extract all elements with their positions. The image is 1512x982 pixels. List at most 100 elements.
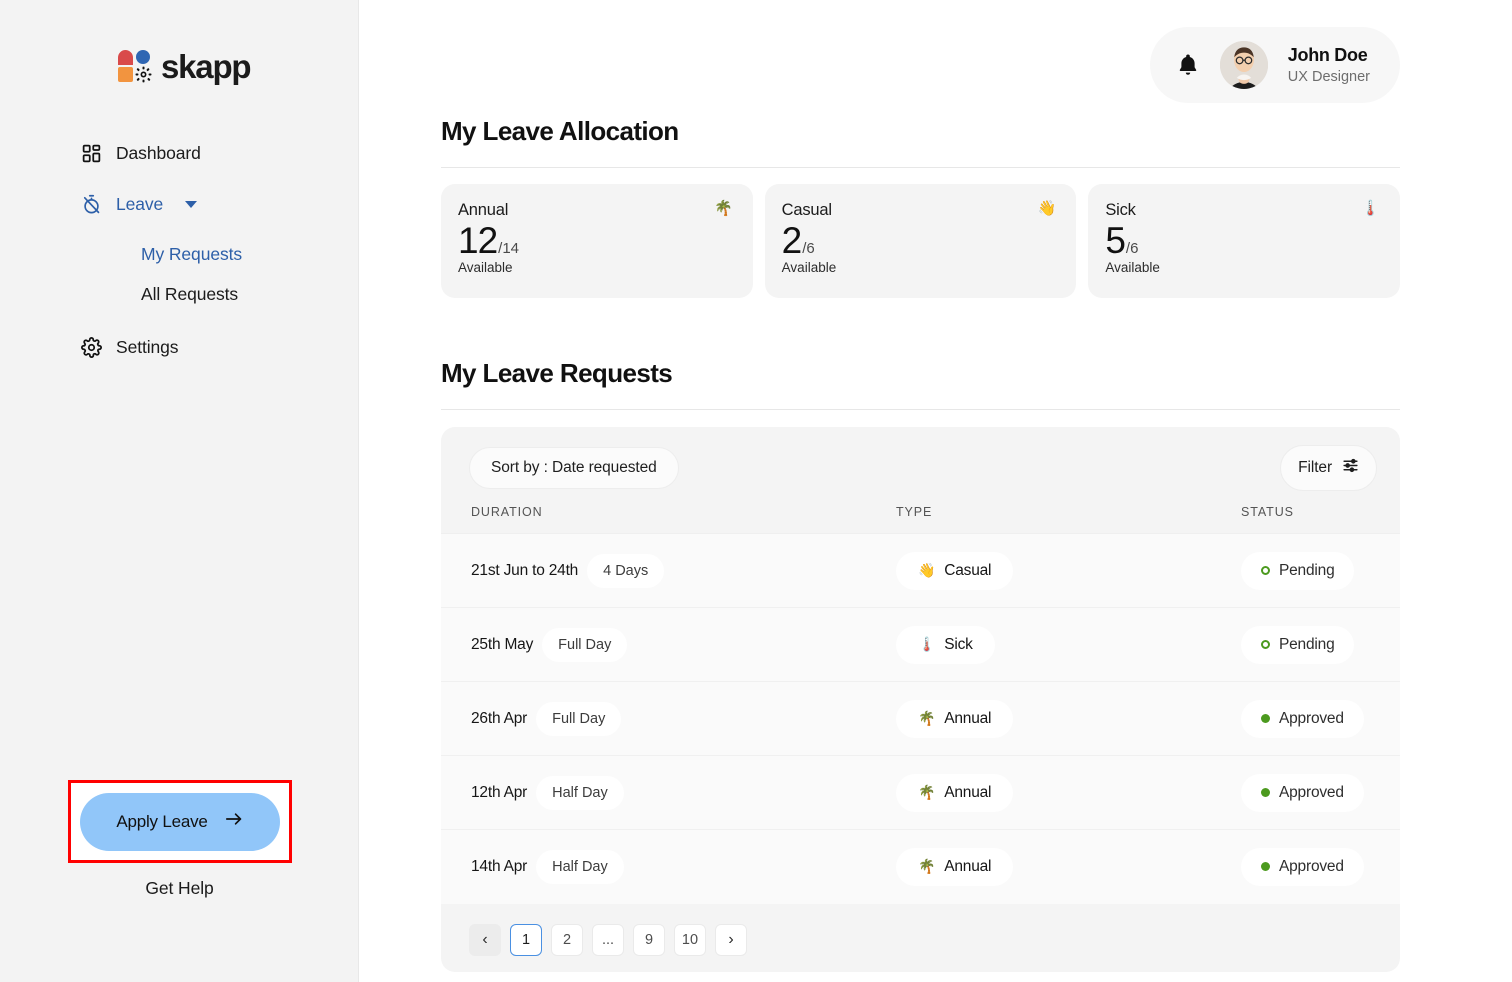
- sort-by-button[interactable]: Sort by : Date requested: [469, 447, 679, 489]
- sidebar-nav: Dashboard Leave My Requests All Requests: [0, 132, 358, 368]
- sidebar-item-all-requests[interactable]: All Requests: [141, 274, 358, 314]
- cell-type: 🌴 Annual: [896, 682, 1241, 756]
- row-duration-chip: Half Day: [536, 776, 624, 810]
- row-duration-chip: Full Day: [536, 702, 621, 736]
- waving-hand-icon: 👋: [1038, 201, 1057, 216]
- cell-duration: 25th May Full Day: [441, 608, 896, 682]
- row-type-label: Sick: [944, 636, 972, 654]
- column-header-status: STATUS: [1241, 505, 1400, 534]
- palm-tree-icon: 🌴: [918, 710, 935, 727]
- app-root: skapp Dashboard: [0, 0, 1512, 982]
- table-row[interactable]: 12th Apr Half Day 🌴 Annual: [441, 756, 1400, 830]
- logo-blue-dot: [136, 50, 150, 64]
- chevron-left-icon: ‹: [469, 924, 501, 956]
- chevron-right-icon[interactable]: ›: [715, 924, 747, 956]
- page-button-9[interactable]: 9: [633, 924, 665, 956]
- allocation-card-casual[interactable]: Casual 👋 2 /6 Available: [765, 184, 1077, 298]
- row-type-label: Annual: [944, 710, 991, 728]
- page-button-10[interactable]: 10: [674, 924, 706, 956]
- leave-allocation-title: My Leave Allocation: [441, 116, 1400, 147]
- allocation-available-label: Available: [458, 260, 733, 275]
- allocation-card-annual[interactable]: Annual 🌴 12 /14 Available: [441, 184, 753, 298]
- status-badge: Pending: [1241, 552, 1354, 590]
- row-date: 12th Apr: [471, 784, 527, 802]
- skapp-logo-icon: [118, 50, 152, 84]
- logo-orange-shape: [118, 67, 133, 82]
- table-row[interactable]: 14th Apr Half Day 🌴 Annual: [441, 830, 1400, 904]
- row-type-chip: 🌡️ Sick: [896, 626, 995, 664]
- allocation-total-count: /6: [802, 240, 815, 257]
- thermometer-icon: 🌡️: [918, 636, 935, 653]
- leave-requests-table: DURATION TYPE STATUS 21st Jun to 24th 4 …: [441, 505, 1400, 904]
- sidebar-subnav: My Requests All Requests: [80, 234, 358, 314]
- row-type-chip: 🌴 Annual: [896, 774, 1013, 812]
- allocation-count: 12 /14: [458, 222, 733, 261]
- requests-divider: [441, 409, 1400, 410]
- page-button-1[interactable]: 1: [510, 924, 542, 956]
- apply-leave-highlight: Apply Leave: [68, 780, 292, 863]
- status-label: Approved: [1279, 858, 1344, 876]
- status-dot-pending: [1261, 640, 1270, 649]
- palm-tree-icon: 🌴: [714, 201, 733, 216]
- cell-status: Approved: [1241, 682, 1400, 756]
- page-ellipsis[interactable]: ...: [592, 924, 624, 956]
- sidebar-item-my-requests[interactable]: My Requests: [141, 234, 358, 274]
- apply-leave-label: Apply Leave: [116, 812, 207, 832]
- sidebar-item-leave[interactable]: Leave: [80, 183, 358, 225]
- allocation-total-count: /6: [1126, 240, 1139, 257]
- allocation-card-name: Annual: [458, 201, 508, 220]
- leave-requests-title: My Leave Requests: [441, 358, 1400, 389]
- allocation-card-sick[interactable]: Sick 🌡️ 5 /6 Available: [1088, 184, 1400, 298]
- cell-status: Pending: [1241, 608, 1400, 682]
- status-badge: Approved: [1241, 774, 1364, 812]
- allocation-card-name: Casual: [782, 201, 832, 220]
- allocation-total-count: /14: [498, 240, 519, 257]
- row-type-chip: 👋 Casual: [896, 552, 1013, 590]
- brand-name: skapp: [161, 48, 250, 86]
- table-head: DURATION TYPE STATUS: [441, 505, 1400, 534]
- get-help-link[interactable]: Get Help: [0, 878, 359, 899]
- sidebar-item-label: Dashboard: [116, 143, 201, 164]
- avatar: [1220, 41, 1268, 89]
- top-bar: John Doe UX Designer: [359, 0, 1512, 103]
- sidebar-item-settings[interactable]: Settings: [80, 326, 358, 368]
- chevron-down-icon[interactable]: [185, 201, 197, 208]
- allocation-card-head: Annual 🌴: [458, 201, 733, 220]
- table-row[interactable]: 21st Jun to 24th 4 Days 👋 Casual: [441, 534, 1400, 608]
- leave-requests-panel: Sort by : Date requested Filter: [441, 427, 1400, 972]
- cell-type: 👋 Casual: [896, 534, 1241, 608]
- status-label: Pending: [1279, 636, 1334, 654]
- timer-off-icon: [80, 193, 102, 215]
- bell-icon[interactable]: [1176, 52, 1200, 78]
- user-profile-chip[interactable]: John Doe UX Designer: [1150, 27, 1400, 103]
- waving-hand-icon: 👋: [918, 562, 935, 579]
- logo-gear-icon: [135, 66, 152, 83]
- row-type-label: Annual: [944, 784, 991, 802]
- filter-button[interactable]: Filter: [1280, 445, 1377, 491]
- palm-tree-icon: 🌴: [918, 858, 935, 875]
- cell-type: 🌴 Annual: [896, 756, 1241, 830]
- status-label: Pending: [1279, 562, 1334, 580]
- cell-duration: 21st Jun to 24th 4 Days: [441, 534, 896, 608]
- brand-logo[interactable]: skapp: [0, 0, 358, 86]
- filter-label: Filter: [1298, 459, 1332, 477]
- row-duration-chip: 4 Days: [587, 554, 664, 588]
- row-date: 26th Apr: [471, 710, 527, 728]
- allocation-count: 2 /6: [782, 222, 1057, 261]
- row-date: 14th Apr: [471, 858, 527, 876]
- table-row[interactable]: 26th Apr Full Day 🌴 Annual: [441, 682, 1400, 756]
- apply-leave-button[interactable]: Apply Leave: [80, 793, 280, 851]
- cell-duration: 14th Apr Half Day: [441, 830, 896, 904]
- row-date: 25th May: [471, 636, 533, 654]
- page-button-2[interactable]: 2: [551, 924, 583, 956]
- row-date: 21st Jun to 24th: [471, 562, 578, 580]
- row-duration-chip: Half Day: [536, 850, 624, 884]
- column-header-type: TYPE: [896, 505, 1241, 534]
- table-header-row: DURATION TYPE STATUS: [441, 505, 1400, 534]
- status-dot-approved: [1261, 714, 1270, 723]
- table-row[interactable]: 25th May Full Day 🌡️ Sick: [441, 608, 1400, 682]
- allocation-card-head: Casual 👋: [782, 201, 1057, 220]
- allocation-card-head: Sick 🌡️: [1105, 201, 1380, 220]
- user-name: John Doe: [1288, 44, 1370, 67]
- sidebar-item-dashboard[interactable]: Dashboard: [80, 132, 358, 174]
